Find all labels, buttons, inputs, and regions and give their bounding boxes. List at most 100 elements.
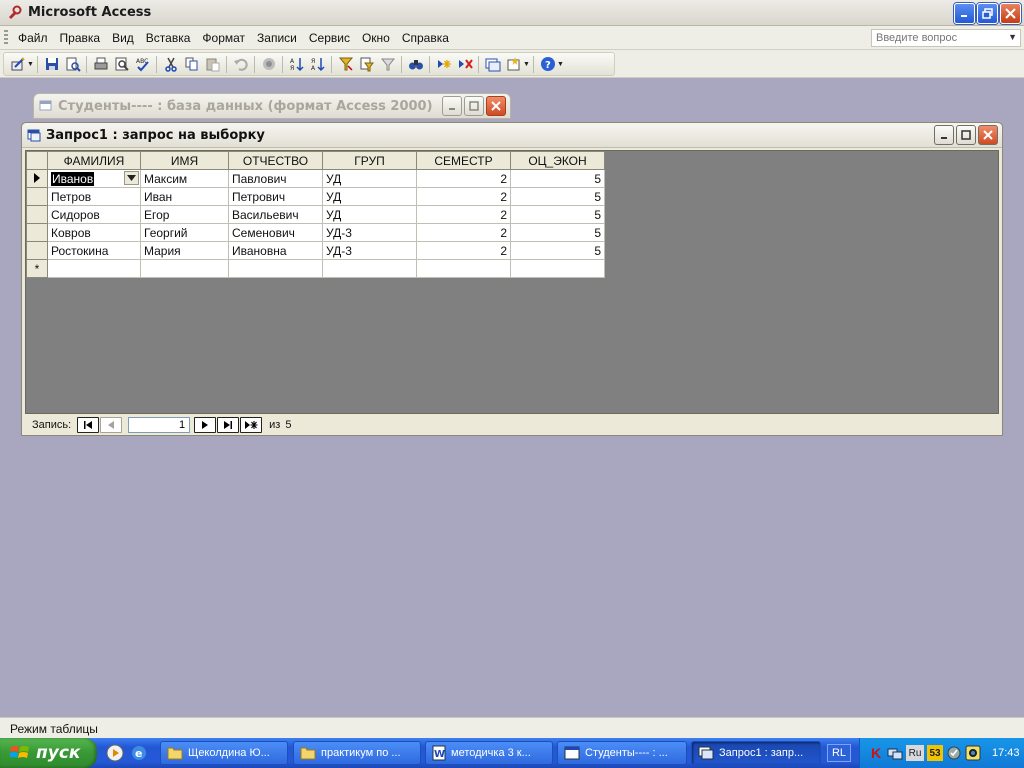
new-record-nav-button[interactable] (240, 417, 263, 433)
table-cell[interactable]: 2 (416, 223, 511, 242)
column-header[interactable]: СЕМЕСТР (416, 151, 511, 170)
row-selector[interactable] (26, 169, 48, 188)
table-cell[interactable]: 5 (510, 223, 605, 242)
query-maximize-button[interactable] (956, 125, 976, 145)
taskbar-item[interactable]: Запрос1 : запр... (691, 741, 821, 765)
last-record-button[interactable] (217, 417, 240, 433)
table-cell[interactable] (416, 259, 511, 278)
table-cell[interactable]: УД-3 (322, 241, 417, 260)
table-cell[interactable] (228, 259, 323, 278)
previous-record-button[interactable] (100, 417, 123, 433)
table-cell[interactable]: УД (322, 205, 417, 224)
database-window-icon[interactable] (483, 55, 502, 74)
table-cell[interactable]: Ивановна (228, 241, 323, 260)
first-record-button[interactable] (77, 417, 100, 433)
table-cell[interactable] (510, 259, 605, 278)
view-dropdown-icon[interactable]: ▼ (27, 61, 34, 68)
table-cell[interactable]: УД-3 (322, 223, 417, 242)
table-cell[interactable]: Егор (140, 205, 229, 224)
taskbar-item[interactable]: Щеколдина Ю... (160, 741, 288, 765)
table-cell[interactable]: 5 (510, 241, 605, 260)
db-minimize-button[interactable] (442, 96, 462, 116)
new-record-row[interactable]: * (26, 259, 605, 278)
new-object-dropdown-icon[interactable]: ▼ (523, 61, 530, 68)
webcam-icon[interactable] (965, 745, 981, 761)
print-preview-icon[interactable] (112, 55, 131, 74)
taskbar-item[interactable]: Wметодичка 3 к... (425, 741, 553, 765)
column-header[interactable]: ФАМИЛИЯ (47, 151, 141, 170)
column-header[interactable]: ОТЧЕСТВО (228, 151, 323, 170)
db-maximize-button[interactable] (464, 96, 484, 116)
row-selector[interactable] (26, 223, 48, 242)
table-cell[interactable]: УД (322, 169, 417, 188)
language-indicator[interactable]: RL (827, 744, 851, 762)
network-icon[interactable] (887, 745, 903, 761)
new-record-icon[interactable] (434, 55, 453, 74)
menu-tools[interactable]: Сервис (303, 31, 356, 45)
row-selector[interactable] (26, 205, 48, 224)
table-cell[interactable]: 5 (510, 187, 605, 206)
menu-format[interactable]: Формат (196, 31, 251, 45)
table-cell[interactable]: Петрович (228, 187, 323, 206)
menubar-grip[interactable] (4, 30, 8, 46)
help-search-box[interactable]: Введите вопрос ▼ (871, 29, 1021, 47)
column-header[interactable]: ИМЯ (140, 151, 229, 170)
file-search-icon[interactable] (63, 55, 82, 74)
antivirus-shield-icon[interactable] (946, 745, 962, 761)
table-cell[interactable]: Мария (140, 241, 229, 260)
table-cell[interactable] (322, 259, 417, 278)
taskbar-item[interactable]: Студенты---- : ... (557, 741, 687, 765)
table-cell[interactable]: Ковров (47, 223, 141, 242)
toolbar-options-icon[interactable]: ▼ (557, 61, 564, 68)
chevron-down-icon[interactable]: ▼ (1008, 32, 1017, 42)
column-header[interactable]: ОЦ_ЭКОН (510, 151, 605, 170)
copy-icon[interactable] (182, 55, 201, 74)
table-cell[interactable]: Семенович (228, 223, 323, 242)
internet-explorer-icon[interactable]: e (130, 744, 148, 765)
table-cell[interactable]: Васильевич (228, 205, 323, 224)
taskbar-item[interactable]: практикум по ... (293, 741, 421, 765)
filter-by-form-icon[interactable] (357, 55, 376, 74)
new-record-marker[interactable]: * (26, 259, 48, 278)
table-cell[interactable] (47, 259, 141, 278)
table-cell[interactable]: Петров (47, 187, 141, 206)
restore-button[interactable] (977, 3, 998, 24)
table-cell[interactable]: 2 (416, 241, 511, 260)
filter-by-selection-icon[interactable] (336, 55, 355, 74)
delete-record-icon[interactable] (455, 55, 474, 74)
print-icon[interactable] (91, 55, 110, 74)
table-cell[interactable]: Сидоров (47, 205, 141, 224)
select-all-corner[interactable] (26, 151, 48, 170)
sort-descending-icon[interactable]: ЯA (308, 55, 327, 74)
sort-ascending-icon[interactable]: AЯ (287, 55, 306, 74)
table-cell[interactable]: 5 (510, 205, 605, 224)
next-record-button[interactable] (194, 417, 217, 433)
find-binoculars-icon[interactable] (406, 55, 425, 74)
query-close-button[interactable] (978, 125, 998, 145)
table-cell[interactable]: Иванов (47, 169, 141, 188)
menu-records[interactable]: Записи (251, 31, 303, 45)
table-cell[interactable] (140, 259, 229, 278)
start-button[interactable]: пуск (0, 738, 97, 768)
new-object-icon[interactable] (504, 55, 523, 74)
query-minimize-button[interactable] (934, 125, 954, 145)
current-record-input[interactable] (128, 417, 191, 433)
table-cell[interactable]: 2 (416, 169, 511, 188)
apply-filter-icon[interactable] (378, 55, 397, 74)
table-cell[interactable]: Павлович (228, 169, 323, 188)
row-selector[interactable] (26, 187, 48, 206)
combo-dropdown-icon[interactable] (124, 171, 139, 185)
design-view-icon[interactable] (8, 55, 27, 74)
menu-file[interactable]: Файл (12, 31, 54, 45)
table-cell[interactable]: 2 (416, 187, 511, 206)
menu-help[interactable]: Справка (396, 31, 455, 45)
close-button[interactable] (1000, 3, 1021, 24)
undo-icon[interactable] (231, 55, 250, 74)
save-icon[interactable] (42, 55, 61, 74)
row-selector[interactable] (26, 241, 48, 260)
tray-badge-icon[interactable]: 53 (927, 745, 943, 761)
table-cell[interactable]: Иван (140, 187, 229, 206)
menu-edit[interactable]: Правка (54, 31, 107, 45)
help-icon[interactable]: ? (538, 55, 557, 74)
minimize-button[interactable] (954, 3, 975, 24)
